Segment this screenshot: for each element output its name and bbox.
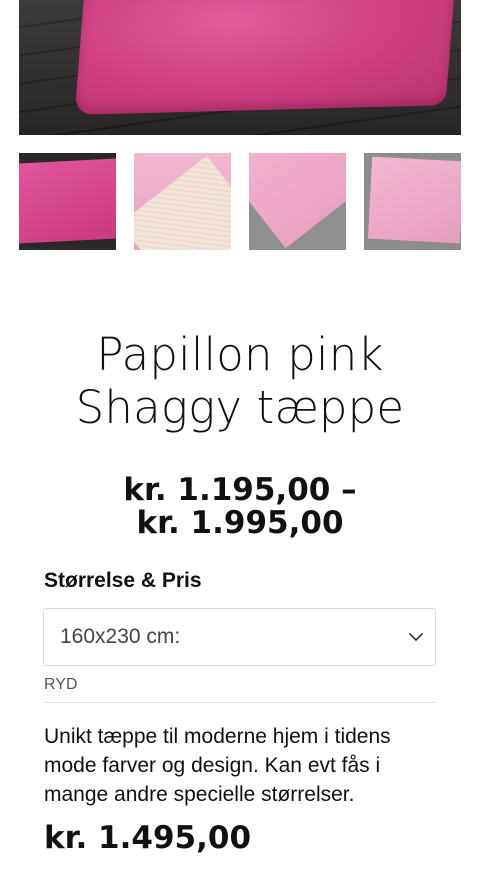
thumbnail-1[interactable] (19, 153, 116, 250)
price-min: kr. 1.195,00 – (123, 472, 357, 508)
price-range: kr. 1.195,00 – kr. 1.995,00 (0, 474, 480, 540)
thumbnail-3[interactable] (249, 153, 346, 250)
thumbnail-gallery (19, 153, 461, 250)
product-title-line2: Shaggy tæppe (75, 381, 405, 434)
size-select-value: 160x230 cm: (60, 625, 181, 648)
chevron-down-icon (409, 633, 423, 641)
reset-variations-link[interactable]: RYD (44, 676, 78, 694)
product-main-image[interactable] (19, 0, 461, 135)
thumbnail-2[interactable] (134, 153, 231, 250)
variation-description: Unikt tæppe til moderne hjem i tidens mo… (44, 725, 391, 806)
thumbnail-4[interactable] (364, 153, 461, 250)
rug-image (74, 0, 458, 115)
size-select[interactable]: 160x230 cm: (43, 608, 436, 666)
product-title-line1: Papillon pink (96, 328, 384, 381)
product-title: Papillon pink Shaggy tæppe (0, 328, 480, 434)
variation-label: Størrelse & Pris (44, 569, 202, 592)
divider (44, 702, 436, 703)
variation-price: kr. 1.495,00 (44, 820, 252, 856)
price-max: kr. 1.995,00 (136, 505, 344, 541)
